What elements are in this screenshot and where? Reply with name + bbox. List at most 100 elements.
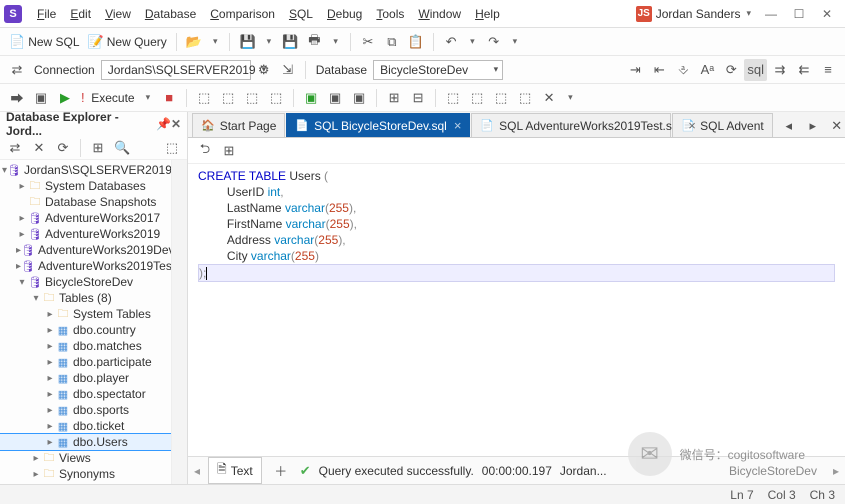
dbg11[interactable]: ⬚ — [466, 87, 488, 109]
tab-close-all[interactable]: ✕ — [826, 115, 845, 137]
dbg12[interactable]: ⬚ — [490, 87, 512, 109]
cut-button[interactable]: ✂ — [357, 31, 379, 53]
t2-sql[interactable]: sql — [744, 59, 767, 81]
dbg14[interactable]: ✕ — [538, 87, 560, 109]
tree-node-dbo-participate[interactable]: ▸▦dbo.participate — [0, 354, 171, 370]
menu-comparison[interactable]: Comparison — [203, 4, 282, 24]
tree-root[interactable]: ▾🛢JordanS\SQLSERVER2019 — [0, 162, 171, 178]
foot-nav-left[interactable]: ◂ — [194, 464, 200, 478]
t2-b[interactable]: ⇤ — [648, 59, 670, 81]
maximize-button[interactable]: ☐ — [785, 4, 813, 24]
tab-scroll-right[interactable]: ▸ — [802, 115, 824, 137]
ex-t1[interactable]: ⇄ — [4, 137, 26, 159]
dbg7[interactable]: ▣ — [348, 87, 370, 109]
tree-node-tables--8-[interactable]: ▾🗀Tables (8) — [0, 290, 171, 306]
dbg1[interactable]: ⬚ — [193, 87, 215, 109]
conn-tool2[interactable]: ⇲ — [277, 59, 299, 81]
new-sql-button[interactable]: 📄New SQL — [6, 31, 83, 53]
redo-button[interactable]: ↷ — [483, 31, 505, 53]
dbg2[interactable]: ⬚ — [217, 87, 239, 109]
tree-node-views[interactable]: ▸🗀Views — [0, 450, 171, 466]
new-query-button[interactable]: 📝New Query — [85, 31, 170, 53]
explorer-scrollbar[interactable] — [171, 160, 187, 484]
dbg4[interactable]: ⬚ — [265, 87, 287, 109]
tree-node-system-databases[interactable]: ▸🗀System Databases — [0, 178, 171, 194]
connection-combo[interactable]: JordanS\SQLSERVER2019▾ — [101, 60, 251, 80]
menu-tools[interactable]: Tools — [369, 4, 411, 24]
stop-button[interactable]: ■ — [158, 87, 180, 109]
run-button[interactable]: ▶ — [54, 87, 76, 109]
t2-case[interactable]: Aᵃ — [696, 59, 718, 81]
ex-t4[interactable]: ⊞ — [87, 137, 109, 159]
database-combo[interactable]: BicycleStoreDev▾ — [373, 60, 503, 80]
dbg10[interactable]: ⬚ — [442, 87, 464, 109]
sql-editor[interactable]: CREATE TABLE Users ( UserID int, LastNam… — [188, 164, 845, 456]
t2-refresh[interactable]: ⟳ — [720, 59, 742, 81]
add-tab-button[interactable]: ＋ — [270, 460, 292, 482]
menu-file[interactable]: File — [30, 4, 63, 24]
menu-help[interactable]: Help — [468, 4, 507, 24]
tree-node-dbo-sports[interactable]: ▸▦dbo.sports — [0, 402, 171, 418]
tree-node-adventureworks2019[interactable]: ▸🛢AdventureWorks2019 — [0, 226, 171, 242]
tree-node-synonyms[interactable]: ▸🗀Synonyms — [0, 466, 171, 482]
dbg8[interactable]: ⊞ — [383, 87, 405, 109]
text-tab[interactable]: 🗎 Text — [208, 457, 262, 484]
ed-t2[interactable]: ⊞ — [218, 140, 240, 162]
save-button[interactable]: 💾 — [236, 31, 258, 53]
minimize-button[interactable]: — — [757, 4, 785, 24]
explorer-tree[interactable]: ▾🛢JordanS\SQLSERVER2019 ▸🗀System Databas… — [0, 160, 171, 484]
menu-edit[interactable]: Edit — [63, 4, 98, 24]
tree-node-adventureworks2017[interactable]: ▸🛢AdventureWorks2017 — [0, 210, 171, 226]
dbg3[interactable]: ⬚ — [241, 87, 263, 109]
ed-t1[interactable]: ⮌ — [194, 140, 216, 162]
tree-node-dbo-spectator[interactable]: ▸▦dbo.spectator — [0, 386, 171, 402]
dbg6[interactable]: ▣ — [324, 87, 346, 109]
menu-sql[interactable]: SQL — [282, 4, 320, 24]
print-button[interactable]: 🖶 — [303, 31, 325, 53]
tab-sql-adventureworks2019test-sql[interactable]: 📄SQL AdventureWorks2019Test.sql× — [471, 113, 671, 137]
paste-button[interactable]: 📋 — [405, 31, 427, 53]
ex-t5[interactable]: 🔍 — [111, 137, 133, 159]
tab-scroll-left[interactable]: ◂ — [778, 115, 800, 137]
t2-d[interactable]: ⇉ — [769, 59, 791, 81]
dbg13[interactable]: ⬚ — [514, 87, 536, 109]
tree-node-dbo-matches[interactable]: ▸▦dbo.matches — [0, 338, 171, 354]
tree-node-adventureworks2019test[interactable]: ▸🛢AdventureWorks2019Test — [0, 258, 171, 274]
tree-node-system-tables[interactable]: ▸🗀System Tables — [0, 306, 171, 322]
copy-button[interactable]: ⧉ — [381, 31, 403, 53]
explorer-close-icon[interactable]: ✕ — [171, 117, 181, 131]
tab-close-icon[interactable]: × — [454, 118, 462, 133]
tree-node-dbo-country[interactable]: ▸▦dbo.country — [0, 322, 171, 338]
t2-c[interactable]: ⎀ — [672, 59, 694, 81]
save-all-button[interactable]: 💾 — [279, 31, 301, 53]
tree-node-database-snapshots[interactable]: 🗀Database Snapshots — [0, 194, 171, 210]
foot-nav-right[interactable]: ▸ — [833, 464, 839, 478]
execute-button[interactable]: ! Execute — [78, 87, 138, 109]
t2-a[interactable]: ⇥ — [624, 59, 646, 81]
conn-tool1[interactable]: ⚙ — [253, 59, 275, 81]
user-dropdown-icon[interactable]: ▾ — [746, 8, 751, 19]
ex-t3[interactable]: ⟳ — [52, 137, 74, 159]
menu-window[interactable]: Window — [411, 4, 468, 24]
user-name[interactable]: Jordan Sanders — [656, 7, 741, 21]
t2-e[interactable]: ⇇ — [793, 59, 815, 81]
exec-tool2[interactable]: ▣ — [30, 87, 52, 109]
tab-sql-bicyclestoredev-sql[interactable]: 📄SQL BicycleStoreDev.sql× — [286, 113, 470, 137]
ex-t6[interactable]: ⬚ — [161, 137, 183, 159]
tab-start-page[interactable]: 🏠Start Page — [192, 113, 285, 137]
tree-node-dbo-player[interactable]: ▸▦dbo.player — [0, 370, 171, 386]
menu-view[interactable]: View — [98, 4, 138, 24]
undo-button[interactable]: ↶ — [440, 31, 462, 53]
tab-close-icon[interactable]: × — [688, 118, 696, 133]
close-button[interactable]: ✕ — [813, 4, 841, 24]
tree-node-programmability[interactable]: ▸🗀Programmability — [0, 482, 171, 484]
t2-f[interactable]: ≡ — [817, 59, 839, 81]
tree-node-bicyclestoredev[interactable]: ▾🛢BicycleStoreDev — [0, 274, 171, 290]
menu-debug[interactable]: Debug — [320, 4, 369, 24]
tree-node-dbo-users[interactable]: ▸▦dbo.Users — [0, 434, 171, 450]
dbg9[interactable]: ⊟ — [407, 87, 429, 109]
menu-database[interactable]: Database — [138, 4, 203, 24]
exec-tool1[interactable]: ⮕ — [6, 87, 28, 109]
connect-icon[interactable]: ⇄ — [6, 59, 28, 81]
ex-t2[interactable]: ✕ — [28, 137, 50, 159]
